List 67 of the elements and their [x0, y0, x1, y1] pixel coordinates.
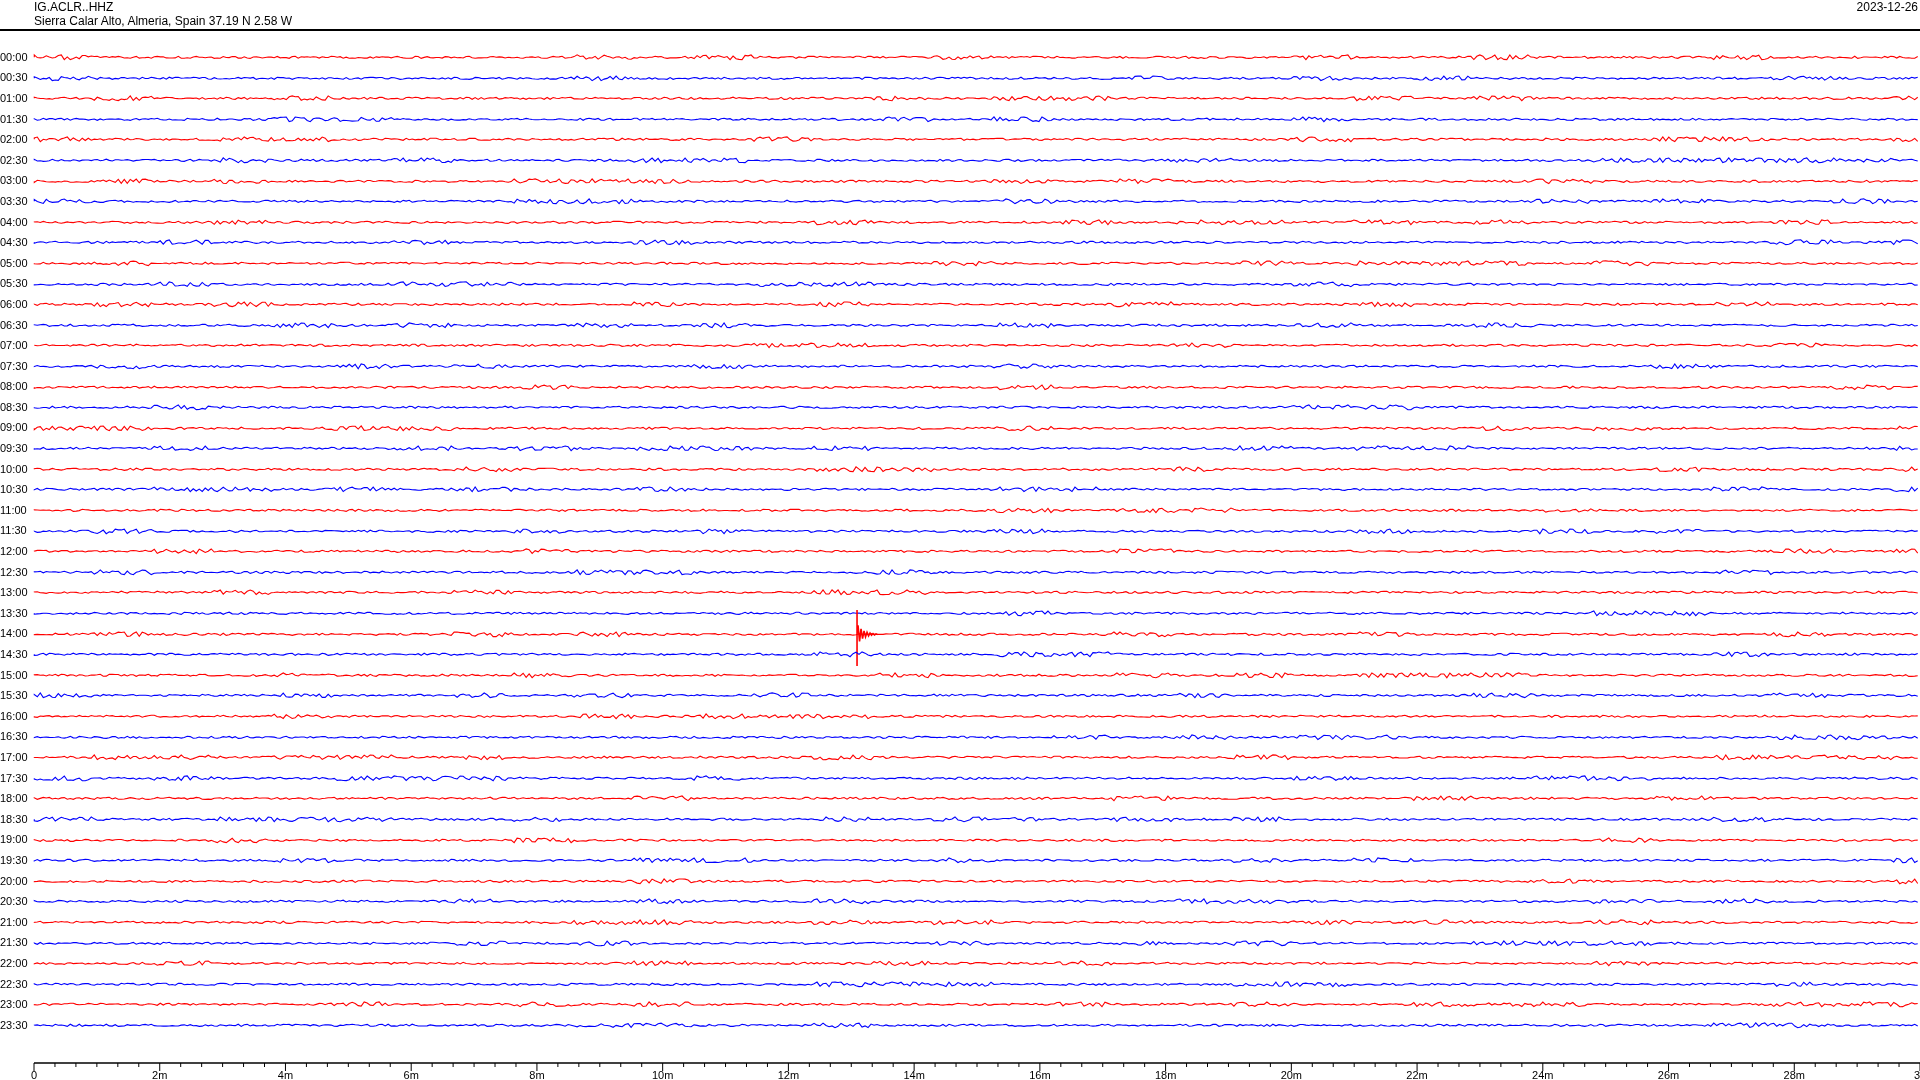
- station-location: Sierra Calar Alto, Almeria, Spain 37.19 N 2.58 W: [34, 14, 293, 28]
- axis-tick-label: 10m: [651, 1068, 674, 1080]
- time-label: 21:30: [0, 936, 29, 950]
- time-label: 20:00: [0, 874, 29, 888]
- station-code: IG.ACLR..HHZ: [34, 0, 115, 14]
- time-label: 17:00: [0, 751, 29, 764]
- axis-tick-label: 26m: [1657, 1068, 1680, 1080]
- axis-tick-label: 4m: [277, 1068, 294, 1080]
- axis-tick-label: 20m: [1280, 1068, 1303, 1080]
- axis-tick-label: 3: [1913, 1068, 1920, 1080]
- time-label: 18:30: [0, 812, 29, 826]
- record-date: 2023-12-26: [1856, 0, 1918, 14]
- time-label: 00:00: [0, 50, 29, 64]
- axis-tick-label: 2m: [152, 1068, 168, 1080]
- time-label: 15:30: [0, 689, 29, 703]
- time-label: 01:00: [0, 92, 29, 105]
- time-label: 07:00: [0, 339, 29, 353]
- axis-tick-label: 24m: [1532, 1068, 1554, 1080]
- time-label: 14:00: [0, 627, 29, 641]
- time-label: 18:00: [0, 792, 29, 806]
- time-label: 01:30: [0, 112, 29, 126]
- time-label: 20:30: [0, 895, 29, 909]
- axis-tick-label: 8m: [529, 1068, 545, 1080]
- time-label: 10:00: [0, 462, 29, 476]
- time-label: 09:30: [0, 442, 29, 456]
- time-label: 05:30: [0, 277, 29, 291]
- time-label: 10:30: [0, 483, 29, 497]
- axis-tick-label: 0: [30, 1068, 38, 1080]
- time-label: 11:30: [0, 524, 28, 538]
- time-label: 15:00: [0, 668, 29, 682]
- time-label: 07:30: [0, 359, 29, 373]
- axis-tick-label: 28m: [1783, 1068, 1805, 1080]
- time-label: 16:30: [0, 730, 29, 744]
- time-label: 02:00: [0, 133, 29, 147]
- time-label: 13:00: [0, 586, 29, 600]
- time-label: 02:30: [0, 153, 29, 167]
- axis-tick-label: 16m: [1029, 1068, 1051, 1080]
- time-label: 23:00: [0, 998, 29, 1012]
- axis-tick-label: 22m: [1406, 1068, 1428, 1080]
- time-label: 14:30: [0, 648, 29, 661]
- time-label: 12:30: [0, 565, 29, 579]
- axis-tick-label: 18m: [1154, 1068, 1177, 1080]
- time-label: 09:00: [0, 421, 29, 435]
- time-label: 08:30: [0, 400, 29, 414]
- time-label: 13:30: [0, 606, 29, 620]
- time-label: 19:00: [0, 833, 29, 847]
- axis-tick-label: 6m: [403, 1068, 419, 1080]
- time-label: 19:30: [0, 853, 29, 867]
- time-label: 17:30: [0, 771, 29, 785]
- time-label: 06:30: [0, 318, 29, 332]
- time-label: 22:30: [0, 977, 29, 991]
- time-label: 06:00: [0, 297, 29, 311]
- time-label: 21:00: [0, 915, 29, 929]
- time-label: 03:30: [0, 194, 29, 208]
- axis-tick-label: 14m: [903, 1068, 925, 1080]
- time-label: 22:00: [0, 956, 29, 970]
- time-label: 23:30: [0, 1018, 29, 1032]
- time-label: 00:30: [0, 71, 29, 85]
- axis-tick-label: 12m: [777, 1068, 800, 1080]
- time-label: 08:00: [0, 380, 29, 394]
- time-label: 04:00: [0, 215, 29, 229]
- time-label: 12:00: [0, 545, 29, 559]
- time-label: 04:30: [0, 236, 29, 250]
- time-label: 05:00: [0, 256, 29, 270]
- time-label: 16:00: [0, 709, 29, 723]
- time-label: 11:00: [0, 503, 28, 517]
- time-label: 03:00: [0, 174, 29, 188]
